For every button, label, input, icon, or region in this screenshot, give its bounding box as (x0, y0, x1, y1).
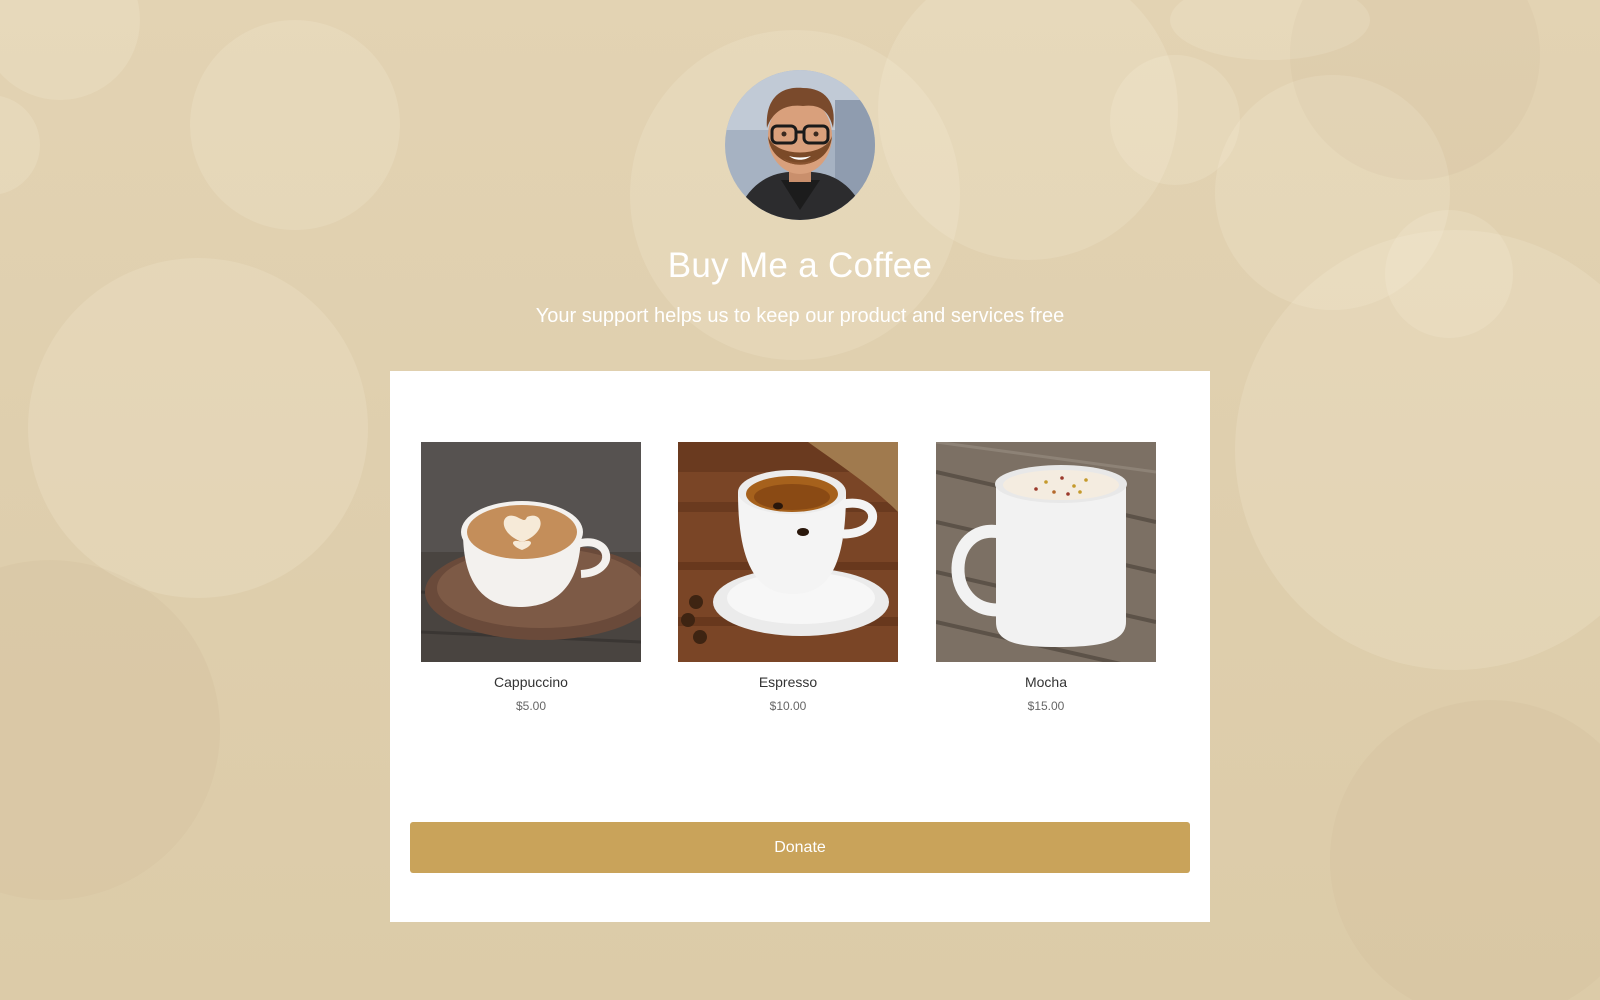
cappuccino-photo[interactable] (421, 442, 641, 662)
avatar (725, 70, 875, 220)
product-espresso[interactable]: Espresso $10.00 (678, 442, 898, 713)
mocha-photo[interactable] (936, 442, 1156, 662)
product-mocha[interactable]: Mocha $15.00 (936, 442, 1156, 713)
page-subtitle: Your support helps us to keep our produc… (535, 305, 1065, 327)
donate-button[interactable]: Donate (410, 822, 1190, 873)
page-title: Buy Me a Coffee (667, 246, 933, 285)
donation-card: Cappuccino $5.00 Espresso $10.00 Mocha $… (390, 371, 1210, 922)
product-price: $10.00 (769, 699, 807, 713)
product-name: Espresso (758, 674, 818, 690)
espresso-photo[interactable] (678, 442, 898, 662)
product-price: $15.00 (1027, 699, 1065, 713)
avatar-portrait (725, 70, 875, 220)
product-cappuccino[interactable]: Cappuccino $5.00 (421, 442, 641, 713)
product-name: Cappuccino (494, 674, 568, 690)
product-name: Mocha (1024, 674, 1068, 690)
product-price: $5.00 (515, 699, 547, 713)
